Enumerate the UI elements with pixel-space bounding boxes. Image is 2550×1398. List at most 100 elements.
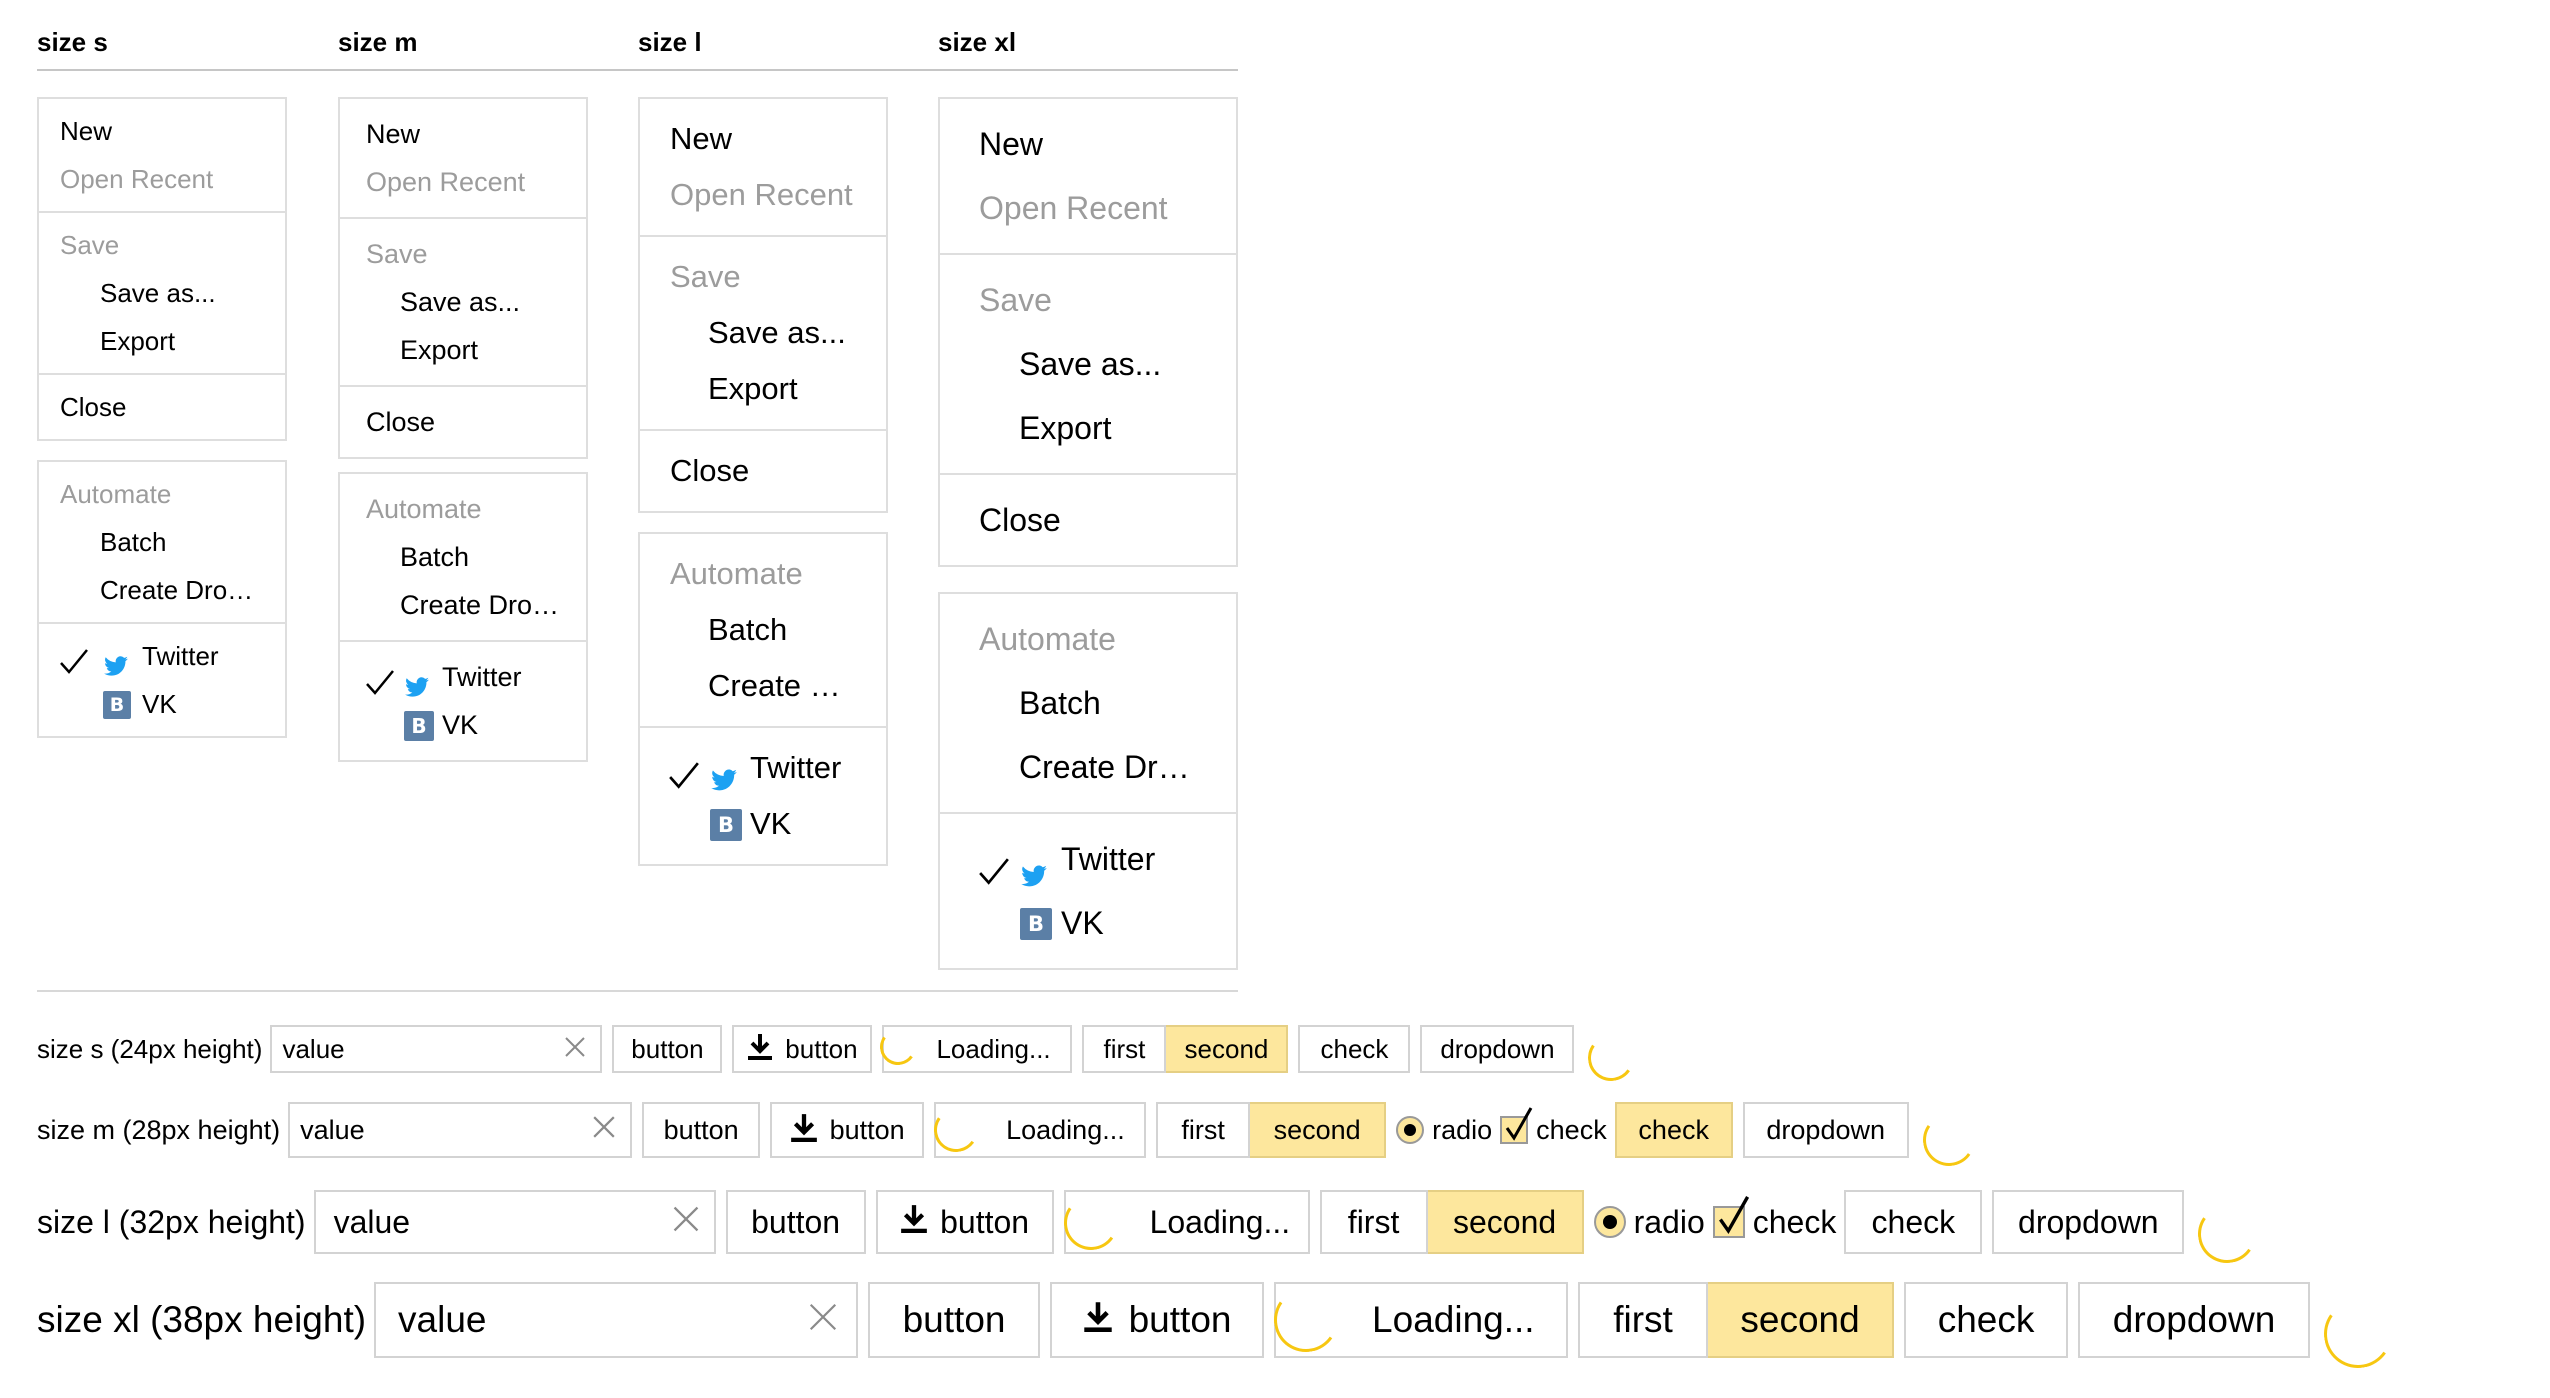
menu-item-open-recent: Open Recent [670,177,853,212]
vk-icon: B [103,691,131,719]
menu-item-export[interactable]: Export [940,396,1236,460]
radio-dot [1404,1124,1417,1136]
segment-second[interactable]: second [1708,1282,1895,1358]
menu-item-batch[interactable]: Batch [340,533,586,581]
menu-item-batch[interactable]: Batch [39,518,285,566]
menu-item-create-droplet[interactable]: Create … [640,658,886,714]
menu-group: New Open Recent [39,99,285,211]
header-size-l: size l [638,27,702,57]
menu-item-create-droplet[interactable]: Create Dr… [940,735,1236,799]
menu-group-title-automate: Automate [670,556,803,591]
button[interactable]: button [868,1282,1041,1358]
segment-second[interactable]: second [1250,1102,1387,1158]
check-button[interactable]: check [1298,1025,1411,1073]
menu-item-create-droplet[interactable]: Create Dro… [39,566,285,614]
menu-item-save-as[interactable]: Save as... [340,278,586,326]
menu-item-vk[interactable]: B VK [640,796,886,852]
twitter-icon [404,666,430,701]
loading-button[interactable]: Loading... [877,1025,1073,1073]
button[interactable]: button [612,1025,723,1073]
control-row-m: size m (28px height) value button button… [37,1102,1979,1171]
check-button[interactable]: check [1844,1190,1983,1254]
menu-item-batch[interactable]: Batch [940,671,1236,735]
menu-item-vk[interactable]: B VK [340,701,586,749]
checkbox-label: check [1752,1203,1837,1240]
spinner-icon [930,1104,982,1156]
text-input[interactable]: value [288,1102,633,1158]
download-icon [900,1203,928,1241]
text-input[interactable]: value [313,1190,716,1254]
menu-group-title-save: Save [979,282,1052,318]
menu-item-export[interactable]: Export [340,326,586,374]
menu-item-new[interactable]: New [39,107,285,155]
checkbox-indicator [1712,1196,1749,1238]
menu-item-save-as[interactable]: Save as... [640,305,886,361]
check-button[interactable]: check [1614,1102,1733,1158]
menu-item-close[interactable]: Close [340,398,586,446]
loading-label: Loading... [1006,1114,1125,1145]
menu-item-close[interactable]: Close [640,443,886,499]
check-button[interactable]: check [1904,1282,2069,1358]
segment-first[interactable]: first [1082,1025,1167,1073]
checkmark-icon [668,753,700,796]
segment-second[interactable]: second [1427,1190,1584,1254]
radio[interactable]: radio [1593,1204,1705,1241]
clear-icon[interactable] [564,1034,586,1065]
spinner-icon [1268,1282,1344,1358]
download-button-label: button [1128,1299,1232,1340]
twitter-label: Twitter [1061,841,1156,877]
twitter-icon [103,645,129,680]
clear-icon[interactable] [592,1115,616,1146]
menu-item-export[interactable]: Export [640,361,886,417]
menu-item-save-as[interactable]: Save as... [39,269,285,317]
text-input[interactable]: value [270,1025,603,1073]
radio-dot [1602,1215,1617,1229]
download-button[interactable]: button [1050,1282,1265,1358]
menu-item-new[interactable]: New [640,111,886,167]
loading-button[interactable]: Loading... [1268,1282,1569,1358]
menu-group: Close [340,385,586,457]
menu-item-twitter[interactable]: Twitter [940,827,1236,891]
menu-item-open-recent: Open Recent [60,164,214,194]
button[interactable]: button [725,1190,866,1254]
clear-icon[interactable] [808,1299,838,1341]
menu-item-close[interactable]: Close [940,488,1236,552]
segment-first[interactable]: first [1156,1102,1251,1158]
radio-button-group: first second [1082,1025,1289,1073]
segment-first[interactable]: first [1319,1190,1428,1254]
segment-first[interactable]: first [1578,1282,1709,1358]
download-button[interactable]: button [770,1102,925,1158]
checkbox[interactable]: check [1712,1196,1837,1241]
segment-second[interactable]: second [1166,1025,1289,1073]
menu-item-vk[interactable]: B VK [39,680,285,728]
menu-item-vk[interactable]: B VK [940,891,1236,955]
dropdown-button[interactable]: dropdown [1992,1190,2185,1254]
menu-item-twitter[interactable]: Twitter [640,740,886,796]
loading-button[interactable]: Loading... [930,1102,1147,1158]
checkbox[interactable]: check [1500,1107,1607,1146]
download-button[interactable]: button [875,1190,1054,1254]
menu-item-save-as[interactable]: Save as... [940,332,1236,396]
automate-menu-m: Automate Batch Create Dro… Twitter B VK [338,472,588,762]
menu-item-twitter[interactable]: Twitter [340,653,586,701]
menu-item-export[interactable]: Export [39,317,285,365]
loading-button[interactable]: Loading... [1059,1190,1310,1255]
dropdown-button[interactable]: dropdown [2078,1282,2311,1358]
menu-item-twitter[interactable]: Twitter [39,632,285,680]
menu-group: Twitter B VK [340,640,586,760]
twitter-icon [710,755,738,796]
radio-button-group: first second [1156,1102,1387,1158]
menu-item-new[interactable]: New [340,110,586,158]
menu-group: New Open Recent [940,99,1236,253]
radio[interactable]: radio [1396,1115,1492,1146]
clear-icon[interactable] [672,1204,700,1241]
dropdown-button[interactable]: dropdown [1742,1102,1909,1158]
dropdown-button[interactable]: dropdown [1420,1025,1575,1073]
menu-item-close[interactable]: Close [39,383,285,431]
menu-item-batch[interactable]: Batch [640,602,886,658]
text-input[interactable]: value [374,1282,859,1358]
menu-item-new[interactable]: New [940,112,1236,176]
menu-item-create-droplet[interactable]: Create Dro… [340,581,586,629]
button[interactable]: button [642,1102,761,1158]
download-button[interactable]: button [732,1025,873,1073]
